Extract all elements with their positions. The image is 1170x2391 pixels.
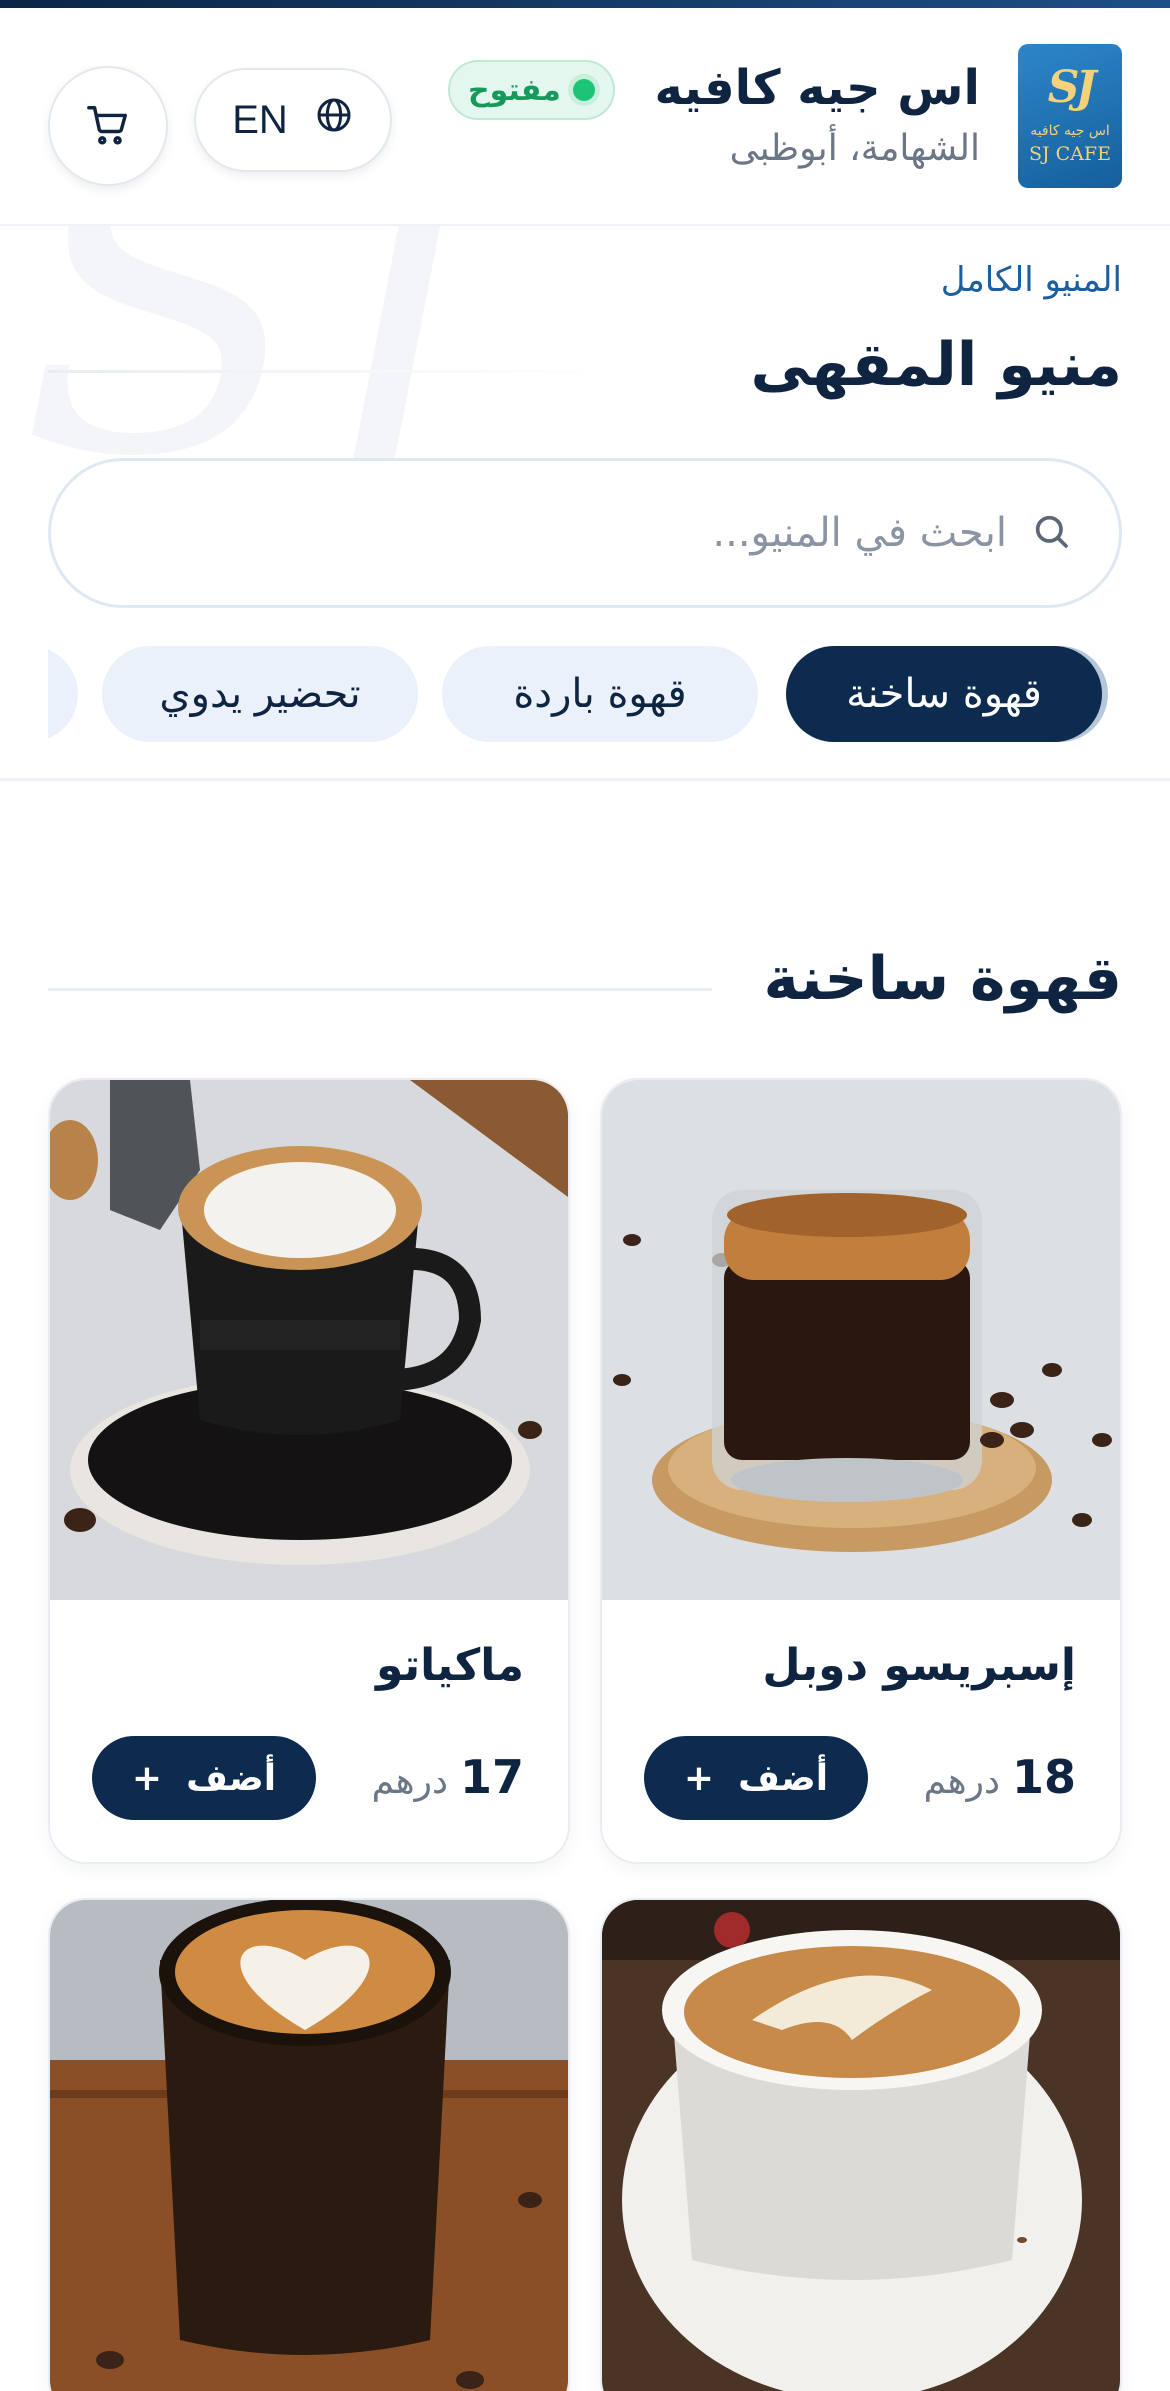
category-tabs: قهوة ساخنة قهوة باردة تحضير يدوي: [48, 640, 1122, 750]
product-photo-latte: [602, 1900, 1120, 2391]
cafe-name: اس جيه كافيه: [654, 60, 980, 116]
open-status-badge: مفتوح: [448, 60, 615, 120]
product-name: إسبريسو دوبل: [762, 1640, 1076, 1691]
price-value: 18: [1011, 1750, 1076, 1804]
add-to-cart-button[interactable]: أضف +: [644, 1736, 868, 1820]
product-card-heart-latte[interactable]: [48, 1898, 570, 2391]
section-title: قهوة ساخنة: [763, 944, 1122, 1014]
title-divider: [48, 370, 628, 373]
plus-icon: +: [131, 1757, 163, 1799]
price-currency: درهم: [371, 1761, 448, 1802]
cafe-location: الشهامة، أبوظبى: [729, 128, 980, 169]
cart-icon: [85, 102, 131, 151]
product-card-espresso-double[interactable]: إسبريسو دوبل 18 درهم أضف +: [600, 1078, 1122, 1864]
search-icon: [1031, 511, 1071, 555]
product-card-latte-art[interactable]: [600, 1898, 1122, 2391]
section-divider: [48, 988, 712, 991]
search-input[interactable]: [207, 510, 1007, 556]
product-name: ماكياتو: [376, 1640, 524, 1691]
cafe-logo[interactable]: SJ اس جيه كافيه SJ CAFE: [1018, 44, 1122, 188]
language-toggle-button[interactable]: EN: [194, 68, 392, 172]
logo-english-text: SJ CAFE: [1029, 143, 1111, 165]
search-bar[interactable]: [48, 458, 1122, 608]
page-title: منيو المقهى: [750, 330, 1122, 400]
product-card-macchiato[interactable]: ماكياتو 17 درهم أضف +: [48, 1078, 570, 1864]
product-price: 17 درهم: [372, 1750, 524, 1804]
breadcrumb[interactable]: المنيو الكامل: [941, 260, 1122, 300]
add-button-label: أضف: [186, 1757, 277, 1799]
site-header: SJ اس جيه كافيه SJ CAFE اس جيه كافيه الش…: [0, 8, 1170, 226]
cart-button[interactable]: [48, 66, 168, 186]
open-status-label: مفتوح: [468, 72, 561, 108]
globe-icon: [314, 95, 354, 145]
price-value: 17: [459, 1750, 524, 1804]
top-accent-bar: [0, 0, 1170, 8]
tab-hot-coffee[interactable]: قهوة ساخنة: [786, 646, 1102, 742]
product-photo-espresso: [602, 1080, 1120, 1600]
add-to-cart-button[interactable]: أضف +: [92, 1736, 316, 1820]
status-dot-icon: [572, 79, 595, 101]
logo-arabic-text: اس جيه كافيه: [1030, 123, 1110, 139]
tab-manual-brew[interactable]: تحضير يدوي: [102, 646, 418, 742]
tab-iced-coffee[interactable]: قهوة باردة: [442, 646, 758, 742]
logo-monogram: SJ: [1047, 62, 1097, 113]
product-price: 18 درهم: [924, 1750, 1076, 1804]
add-button-label: أضف: [738, 1757, 829, 1799]
product-photo-heart-latte: [50, 1900, 568, 2391]
tab-next-partial[interactable]: [48, 646, 78, 742]
product-photo-macchiato: [50, 1080, 568, 1600]
tabs-divider: [0, 778, 1170, 781]
language-label: EN: [232, 97, 288, 142]
plus-icon: +: [683, 1757, 715, 1799]
price-currency: درهم: [923, 1761, 1000, 1802]
